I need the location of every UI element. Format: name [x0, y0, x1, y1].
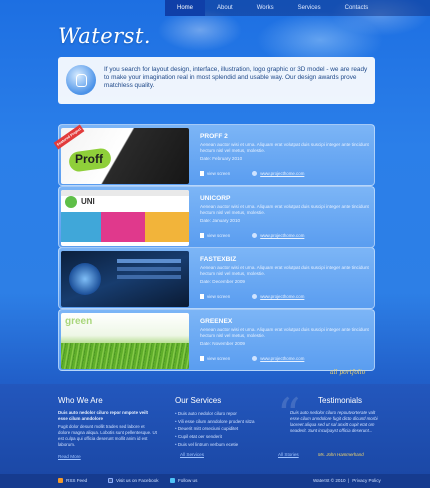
lightbulb-icon [66, 65, 96, 95]
service-item[interactable]: Deuerit mitt orseciuni cupiditet [175, 425, 255, 433]
portfolio-card-fastexbiz[interactable]: FASTEXBIZ Aenean auctor wisi et urna. Al… [58, 247, 375, 309]
all-services-link[interactable]: All Services [180, 452, 204, 457]
all-portfolio-link[interactable]: all portfolio [330, 369, 365, 376]
card-links: view screen www.projecthome.com [200, 294, 304, 299]
services-list: Duis auto nedolor ciluro repor Vili esse… [175, 410, 255, 449]
card-title[interactable]: FASTEXBIZ [200, 256, 236, 263]
service-item[interactable]: Duis auto nedolor ciluro repor [175, 410, 255, 418]
nav-about[interactable]: About [205, 0, 245, 16]
card-description: Aenean auctor wisi et urna. Aliquam erat… [200, 327, 369, 338]
card-links: view screen www.projecthome.com [200, 171, 304, 176]
our-services-title: Our Services [175, 396, 222, 405]
main-nav: Home About Works Services Contacts [165, 0, 380, 16]
copyright: WaterSt © 2010 [313, 478, 346, 483]
service-item[interactable]: Vili esse cilum anndolore prodent sitza [175, 418, 255, 426]
card-description: Aenean auctor wisi et urna. Aliquam erat… [200, 204, 369, 215]
project-url-link[interactable]: www.projecthome.com [252, 294, 304, 299]
project-url-link[interactable]: www.projecthome.com [252, 356, 304, 361]
nav-works[interactable]: Works [245, 0, 286, 16]
view-screen-link[interactable]: view screen [200, 233, 230, 238]
card-date: Date: February 2010 [200, 156, 243, 161]
read-more-link[interactable]: Read More [58, 454, 81, 459]
card-title[interactable]: GREENEX [200, 318, 232, 325]
project-url-link[interactable]: www.projecthome.com [252, 233, 304, 238]
document-icon [200, 233, 204, 238]
document-icon [200, 294, 204, 299]
project-url-link[interactable]: www.projecthome.com [252, 171, 304, 176]
card-date: Date: December 2009 [200, 279, 245, 284]
card-title[interactable]: PROFF 2 [200, 133, 228, 140]
card-description: Aenean auctor wisi et urna. Aliquam erat… [200, 142, 369, 153]
service-item[interactable]: Cupil etat oer senderit [175, 433, 255, 441]
nav-services[interactable]: Services [286, 0, 333, 16]
view-screen-link[interactable]: view screen [200, 356, 230, 361]
who-we-are-title: Who We Are [58, 396, 103, 405]
all-stories-link[interactable]: All Stories [278, 452, 299, 457]
portfolio-card-unicorp[interactable]: UNI UNICORP Aenean auctor wisi et urna. … [58, 186, 375, 248]
unicorp-thumbnail[interactable]: UNI [61, 190, 189, 246]
card-links: view screen www.projecthome.com [200, 233, 304, 238]
service-item[interactable]: Duis vel lintrum verbum ecetie [175, 441, 255, 449]
who-we-are-text: Fugit dolor desunt mollit trades sed lab… [58, 424, 157, 448]
testimonial-author: Ms. John Hammerhand [318, 452, 364, 457]
portfolio-card-proff2[interactable]: Proff Featured Project PROFF 2 Aenean au… [53, 124, 375, 186]
globe-icon [252, 233, 258, 238]
card-date: Date: January 2010 [200, 218, 241, 223]
globe-icon [252, 356, 258, 361]
who-we-are-lead: Duis auto nedolor ciluro repor nmpote ve… [58, 410, 149, 422]
rss-link[interactable]: RSS Feed [58, 478, 87, 483]
card-links: view screen www.projecthome.com [200, 356, 304, 361]
site-logo[interactable]: Waterst. [58, 24, 151, 48]
twitter-link[interactable]: Follow us [170, 478, 197, 483]
greenex-thumbnail[interactable]: green [61, 313, 189, 369]
globe-icon [252, 294, 258, 299]
card-description: Aenean auctor wisi et urna. Aliquam erat… [200, 265, 369, 276]
globe-icon [252, 171, 258, 176]
document-icon [200, 356, 204, 361]
portfolio-card-greenex[interactable]: green GREENEX Aenean auctor wisi et urna… [58, 309, 375, 371]
proff2-thumbnail[interactable]: Proff [61, 128, 189, 184]
view-screen-link[interactable]: view screen [200, 294, 230, 299]
twitter-icon [170, 478, 175, 483]
testimonials-title: Testimonials [318, 396, 363, 405]
document-icon [200, 171, 204, 176]
facebook-link[interactable]: Visit us on Facebook [108, 478, 159, 483]
intro-panel: If you search for layout design, interfa… [58, 57, 375, 104]
intro-text: If you search for layout design, interfa… [104, 66, 368, 90]
page: Home About Works Services Contacts Water… [0, 0, 430, 488]
testimonial-text: Duis auto nedolor ciluro repoutvorterate… [290, 410, 378, 434]
fastexbiz-thumbnail[interactable] [61, 251, 189, 307]
view-screen-link[interactable]: view screen [200, 171, 230, 176]
rss-icon [58, 478, 63, 483]
card-date: Date: November 2009 [200, 341, 245, 346]
nav-home[interactable]: Home [165, 0, 206, 16]
facebook-icon [108, 478, 113, 483]
privacy-policy-link[interactable]: | Privacy Policy [348, 478, 381, 483]
card-title[interactable]: UNICORP [200, 195, 230, 202]
nav-contacts[interactable]: Contacts [333, 0, 381, 16]
